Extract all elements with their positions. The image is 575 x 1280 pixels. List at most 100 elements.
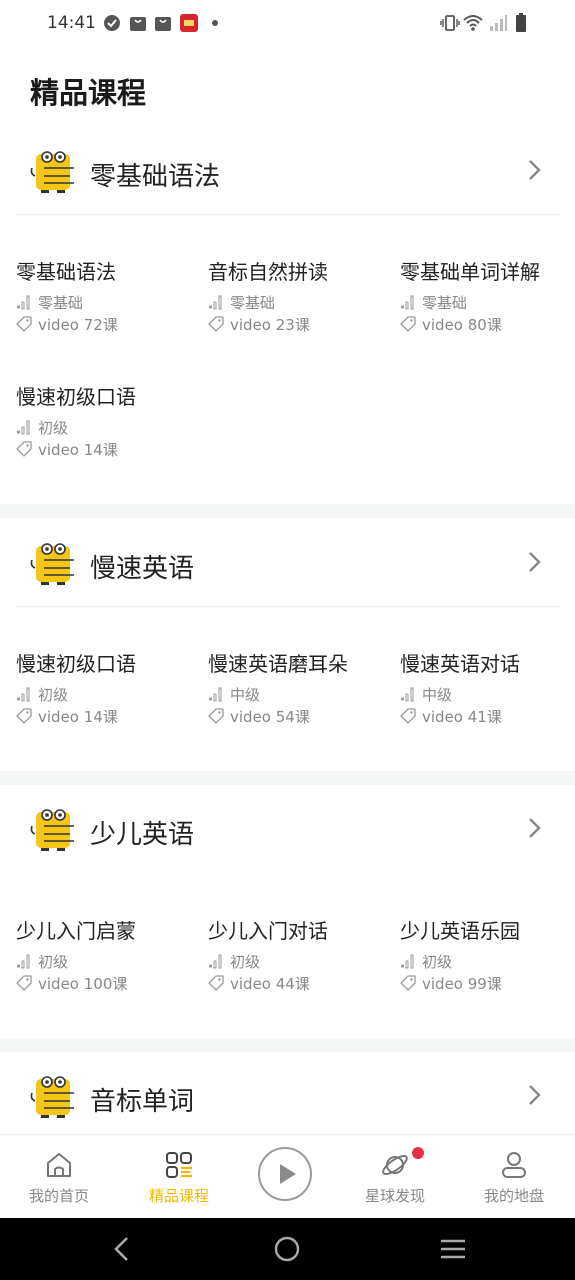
mascot-icon <box>30 151 74 193</box>
course-count: video 14课 <box>38 708 118 726</box>
tag-icon <box>208 316 224 332</box>
course-card[interactable]: 音标自然拼读 零基础 video 23课 <box>208 256 393 346</box>
course-card[interactable]: 慢速英语磨耳朵 中级 video 54课 <box>208 648 393 738</box>
chevron-right-icon[interactable] <box>522 550 546 574</box>
course-card[interactable]: 零基础单词详解 零基础 video 80课 <box>400 256 575 346</box>
nav-item-profile[interactable]: 我的地盘 <box>459 1135 569 1219</box>
course-card[interactable]: 慢速英语对话 中级 video 41课 <box>400 648 575 738</box>
divider <box>15 606 560 607</box>
level-signal-icon <box>16 954 30 969</box>
tag-icon <box>208 708 224 724</box>
home-circle-icon[interactable] <box>274 1236 300 1262</box>
tag-icon <box>208 975 224 991</box>
course-card[interactable]: 零基础语法 零基础 video 72课 <box>16 256 201 346</box>
course-title: 零基础单词详解 <box>400 260 540 284</box>
signal-icon <box>490 15 507 31</box>
course-level: 中级 <box>230 686 261 704</box>
level-signal-icon <box>16 687 30 702</box>
chevron-right-icon[interactable] <box>522 1083 546 1107</box>
app-notification-icon <box>180 14 198 32</box>
section-separator <box>0 771 575 785</box>
chevron-right-icon[interactable] <box>522 158 546 182</box>
course-level: 初级 <box>422 953 453 971</box>
tag-icon <box>16 975 32 991</box>
nav-item-home[interactable]: 我的首页 <box>4 1135 114 1219</box>
menu-icon[interactable] <box>439 1238 467 1260</box>
section-title: 音标单词 <box>90 1087 195 1117</box>
planet-icon <box>382 1154 408 1176</box>
course-level: 初级 <box>38 953 69 971</box>
course-count: video 54课 <box>230 708 310 726</box>
course-count: video 23课 <box>230 316 310 334</box>
course-card[interactable]: 慢速初级口语 初级 video 14课 <box>16 381 201 471</box>
nav-item-courses[interactable]: 精品课程 <box>124 1135 234 1219</box>
course-title: 少儿入门对话 <box>208 919 328 943</box>
mascot-icon <box>30 809 74 851</box>
home-icon <box>47 1153 71 1177</box>
shopping-bag-icon <box>155 17 171 31</box>
section-title: 零基础语法 <box>90 162 221 192</box>
play-button[interactable] <box>258 1147 312 1201</box>
course-level: 初级 <box>230 953 261 971</box>
tag-icon <box>400 708 416 724</box>
nav-label: 我的首页 <box>28 1187 89 1205</box>
section-title: 慢速英语 <box>90 554 195 584</box>
bottom-nav: 我的首页 精品课程 星球发现 我的地盘 <box>0 1134 575 1219</box>
course-title: 慢速英语磨耳朵 <box>208 652 348 676</box>
tag-icon <box>16 708 32 724</box>
level-signal-icon <box>208 295 222 310</box>
wifi-icon <box>463 15 483 31</box>
tag-icon <box>400 975 416 991</box>
section-header-zero-basic-grammar[interactable]: 零基础语法 <box>0 148 575 228</box>
course-level: 中级 <box>422 686 453 704</box>
mascot-icon <box>30 1076 74 1118</box>
vibrate-icon <box>440 15 460 31</box>
course-count: video 41课 <box>422 708 502 726</box>
back-icon[interactable] <box>110 1236 134 1262</box>
nav-label: 星球发现 <box>364 1187 425 1205</box>
system-nav-bar <box>0 1218 575 1280</box>
course-level: 零基础 <box>422 294 468 312</box>
level-signal-icon <box>400 954 414 969</box>
course-count: video 14课 <box>38 441 118 459</box>
more-notifications-icon <box>212 20 218 26</box>
shopping-bag-icon <box>130 17 146 31</box>
course-card[interactable]: 慢速初级口语 初级 video 14课 <box>16 648 201 738</box>
level-signal-icon <box>208 687 222 702</box>
section-separator <box>0 504 575 518</box>
course-title: 慢速初级口语 <box>16 652 136 676</box>
nav-label: 精品课程 <box>148 1187 209 1205</box>
chevron-right-icon[interactable] <box>522 816 546 840</box>
course-count: video 72课 <box>38 316 118 334</box>
course-card[interactable]: 少儿入门对话 初级 video 44课 <box>208 915 393 1005</box>
mascot-icon <box>30 543 74 585</box>
courses-grid-icon <box>166 1152 192 1178</box>
course-count: video 80课 <box>422 316 502 334</box>
tag-icon <box>16 441 32 457</box>
tag-icon <box>400 316 416 332</box>
user-icon <box>502 1152 526 1178</box>
course-count: video 44课 <box>230 975 310 993</box>
course-level: 初级 <box>38 686 69 704</box>
play-icon <box>280 1164 296 1184</box>
course-level: 初级 <box>38 419 69 437</box>
section-header-slow-english[interactable]: 慢速英语 <box>0 540 575 620</box>
course-card[interactable]: 少儿入门启蒙 初级 video 100课 <box>16 915 201 1005</box>
tag-icon <box>16 316 32 332</box>
course-title: 音标自然拼读 <box>208 260 328 284</box>
battery-icon <box>516 13 526 32</box>
course-card[interactable]: 少儿英语乐园 初级 video 99课 <box>400 915 575 1005</box>
course-title: 少儿入门启蒙 <box>16 919 136 943</box>
check-circle-icon <box>104 15 120 31</box>
course-level: 零基础 <box>38 294 84 312</box>
nav-item-discover[interactable]: 星球发现 <box>340 1135 450 1219</box>
level-signal-icon <box>208 954 222 969</box>
section-separator <box>0 1038 575 1052</box>
level-signal-icon <box>16 420 30 435</box>
level-signal-icon <box>16 295 30 310</box>
level-signal-icon <box>400 295 414 310</box>
section-title: 少儿英语 <box>90 820 195 850</box>
status-bar: 14:41 <box>0 0 575 48</box>
section-header-kids-english[interactable]: 少儿英语 <box>0 806 575 886</box>
divider <box>15 214 560 215</box>
